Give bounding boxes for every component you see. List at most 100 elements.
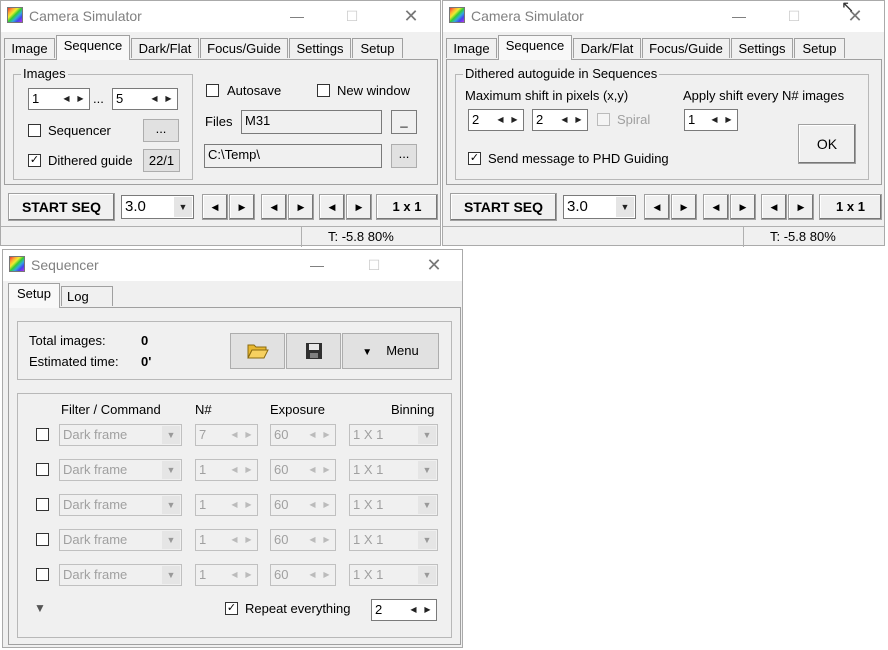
tab-settings[interactable]: Settings [731, 38, 793, 58]
row-enable-checkbox[interactable] [36, 498, 49, 511]
shift-y-field[interactable]: 2 ◀ ▶ [532, 109, 588, 131]
binning-button[interactable]: 1 x 1 [376, 194, 438, 220]
dithered-guide-button[interactable]: 22/1 [143, 149, 180, 172]
move-right-button[interactable]: ▶ [730, 194, 756, 220]
files-label: Files [205, 114, 233, 129]
dropdown-arrow-icon: ▼ [418, 531, 436, 549]
exposure-dropdown[interactable]: 3.0 ▼ [563, 195, 636, 219]
save-file-button[interactable] [286, 333, 341, 369]
tab-setup[interactable]: Setup [8, 283, 60, 308]
sequencer-button[interactable]: ... [143, 119, 179, 142]
maximize-icon: ☐ [787, 8, 801, 24]
spin-right-icon[interactable]: ▶ [162, 91, 175, 107]
header-n: N# [195, 402, 212, 417]
move-left-button[interactable]: ◀ [644, 194, 670, 220]
tab-dark-flat[interactable]: Dark/Flat [131, 38, 199, 58]
dropdown-arrow-icon[interactable]: ▼ [616, 197, 634, 217]
move-right-button[interactable]: ▶ [788, 194, 814, 220]
ok-button[interactable]: OK [798, 124, 856, 164]
move-right-button[interactable]: ▶ [671, 194, 697, 220]
dropdown-arrow-icon[interactable]: ▼ [174, 197, 192, 217]
binning-dropdown: 1 X 1 ▼ [349, 529, 438, 551]
start-seq-button[interactable]: START SEQ [450, 193, 557, 221]
minimize-icon[interactable]: — [724, 5, 754, 27]
spin-left-icon[interactable]: ◀ [558, 112, 571, 128]
tab-image[interactable]: Image [4, 38, 55, 58]
maximize-icon: ☐ [345, 8, 359, 24]
expand-down-icon[interactable]: ▼ [34, 601, 46, 615]
tab-settings[interactable]: Settings [289, 38, 351, 58]
camera-simulator-window-2: Camera Simulator — ☐ ✕ ↖ Image Sequence … [442, 0, 885, 247]
start-seq-button[interactable]: START SEQ [8, 193, 115, 221]
open-file-button[interactable] [230, 333, 285, 369]
from-image-field[interactable]: 1 ◀ ▶ [28, 88, 90, 110]
apply-shift-field[interactable]: 1 ◀ ▶ [684, 109, 738, 131]
new-window-label: New window [337, 83, 410, 98]
tab-setup[interactable]: Setup [352, 38, 403, 58]
repeat-everything-checkbox[interactable]: ✓ [225, 602, 238, 615]
tab-bar: Setup Log [3, 283, 462, 308]
title-bar[interactable]: Camera Simulator — ☐ ✕ [1, 1, 440, 32]
tab-bar: Image Sequence Dark/Flat Focus/Guide Set… [443, 35, 884, 60]
row-enable-checkbox[interactable] [36, 568, 49, 581]
spin-left-icon[interactable]: ◀ [60, 91, 73, 107]
floppy-disk-icon [305, 343, 322, 359]
send-message-checkbox[interactable]: ✓ [468, 152, 481, 165]
spin-right-icon[interactable]: ▶ [74, 91, 87, 107]
filter-dropdown: Dark frame ▼ [59, 529, 182, 551]
header-binning: Binning [391, 402, 435, 417]
row-enable-checkbox[interactable] [36, 463, 49, 476]
spin-left-icon[interactable]: ◀ [708, 112, 721, 128]
spin-left-icon[interactable]: ◀ [407, 602, 420, 618]
tab-image[interactable]: Image [446, 38, 497, 58]
close-icon[interactable]: ✕ [396, 5, 426, 27]
title-bar[interactable]: Camera Simulator — ☐ ✕ [443, 1, 884, 32]
tab-log[interactable]: Log [61, 286, 113, 306]
files-extra-field[interactable]: _ [391, 110, 417, 134]
tab-dark-flat[interactable]: Dark/Flat [573, 38, 641, 58]
spin-right-icon[interactable]: ▶ [722, 112, 735, 128]
row-enable-checkbox[interactable] [36, 533, 49, 546]
spin-left-icon[interactable]: ◀ [148, 91, 161, 107]
send-message-label: Send message to PHD Guiding [488, 151, 669, 166]
move-left-button[interactable]: ◀ [703, 194, 729, 220]
row-enable-checkbox[interactable] [36, 428, 49, 441]
minimize-icon[interactable]: — [282, 5, 312, 27]
move-right-button[interactable]: ▶ [288, 194, 314, 220]
files-field[interactable]: M31 [241, 110, 382, 134]
menu-button[interactable]: ▼ Menu [342, 333, 439, 369]
move-left-button[interactable]: ◀ [761, 194, 787, 220]
move-right-button[interactable]: ▶ [229, 194, 255, 220]
minimize-icon[interactable]: — [302, 254, 332, 276]
move-right-button[interactable]: ▶ [346, 194, 372, 220]
dithered-guide-checkbox[interactable]: ✓ [28, 154, 41, 167]
dropdown-arrow-icon: ▼ [162, 426, 180, 444]
move-left-button[interactable]: ◀ [202, 194, 228, 220]
tab-sequence[interactable]: Sequence [498, 35, 572, 60]
to-image-field[interactable]: 5 ◀ ▶ [112, 88, 178, 110]
spin-right-icon[interactable]: ▶ [421, 602, 434, 618]
spin-left-icon[interactable]: ◀ [494, 112, 507, 128]
close-icon[interactable]: ✕ [419, 254, 449, 276]
move-left-button[interactable]: ◀ [319, 194, 345, 220]
title-bar[interactable]: Sequencer — ☐ ✕ [3, 250, 462, 281]
repeat-count-field[interactable]: 2 ◀ ▶ [371, 599, 437, 621]
path-field[interactable]: C:\Temp\ [204, 144, 382, 168]
move-left-button[interactable]: ◀ [261, 194, 287, 220]
tab-setup[interactable]: Setup [794, 38, 845, 58]
sequencer-checkbox[interactable] [28, 124, 41, 137]
shift-x-field[interactable]: 2 ◀ ▶ [468, 109, 524, 131]
sequencer-label: Sequencer [48, 123, 111, 138]
tab-sequence[interactable]: Sequence [56, 35, 130, 60]
binning-dropdown: 1 X 1 ▼ [349, 459, 438, 481]
new-window-checkbox[interactable] [317, 84, 330, 97]
spin-right-icon[interactable]: ▶ [508, 112, 521, 128]
tab-focus-guide[interactable]: Focus/Guide [200, 38, 288, 58]
autosave-checkbox[interactable] [206, 84, 219, 97]
tab-focus-guide[interactable]: Focus/Guide [642, 38, 730, 58]
browse-path-button[interactable]: ... [391, 144, 417, 168]
spiral-checkbox [597, 113, 610, 126]
spin-right-icon[interactable]: ▶ [572, 112, 585, 128]
exposure-dropdown[interactable]: 3.0 ▼ [121, 195, 194, 219]
binning-button[interactable]: 1 x 1 [819, 194, 882, 220]
